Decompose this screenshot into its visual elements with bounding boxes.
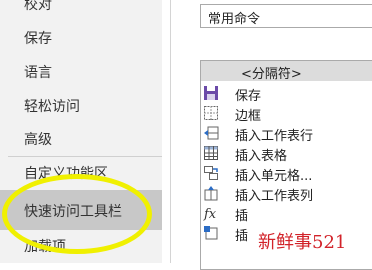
- nav-item-language[interactable]: 语言: [24, 62, 52, 82]
- insert-table-icon: [203, 145, 219, 161]
- list-item[interactable]: 边框: [201, 103, 372, 124]
- list-item[interactable]: 插入单元格...: [201, 163, 372, 184]
- list-item[interactable]: 插入表格: [201, 143, 372, 164]
- list-item[interactable]: 保存: [201, 83, 372, 104]
- nav-item-proofing[interactable]: 校对: [24, 0, 52, 14]
- nav-item-advanced[interactable]: 高级: [24, 129, 52, 149]
- insert-cells-icon: [203, 165, 219, 181]
- insert-row-icon: [203, 125, 219, 141]
- highlight-ellipse: [2, 174, 152, 254]
- nav-divider: [8, 156, 162, 157]
- nav-item-save[interactable]: 保存: [24, 28, 52, 48]
- list-item[interactable]: 插入工作表列: [201, 183, 372, 204]
- watermark-text: 新鲜事521: [258, 232, 347, 253]
- list-item[interactable]: 插入工作表行: [201, 123, 372, 144]
- list-item-separator[interactable]: <分隔符>: [201, 61, 372, 82]
- pane-divider: [170, 0, 171, 263]
- nav-item-accessibility[interactable]: 轻松访问: [24, 96, 80, 116]
- save-icon: [203, 85, 219, 101]
- insert-column-icon: [203, 185, 219, 201]
- svg-text:fx: fx: [203, 207, 217, 221]
- border-icon: [203, 105, 219, 121]
- list-item[interactable]: fx 插: [201, 203, 372, 224]
- choose-commands-dropdown[interactable]: 常用命令: [200, 4, 372, 28]
- insert-icon: [203, 225, 219, 241]
- function-icon: fx: [203, 205, 219, 222]
- dropdown-value: 常用命令: [208, 12, 261, 27]
